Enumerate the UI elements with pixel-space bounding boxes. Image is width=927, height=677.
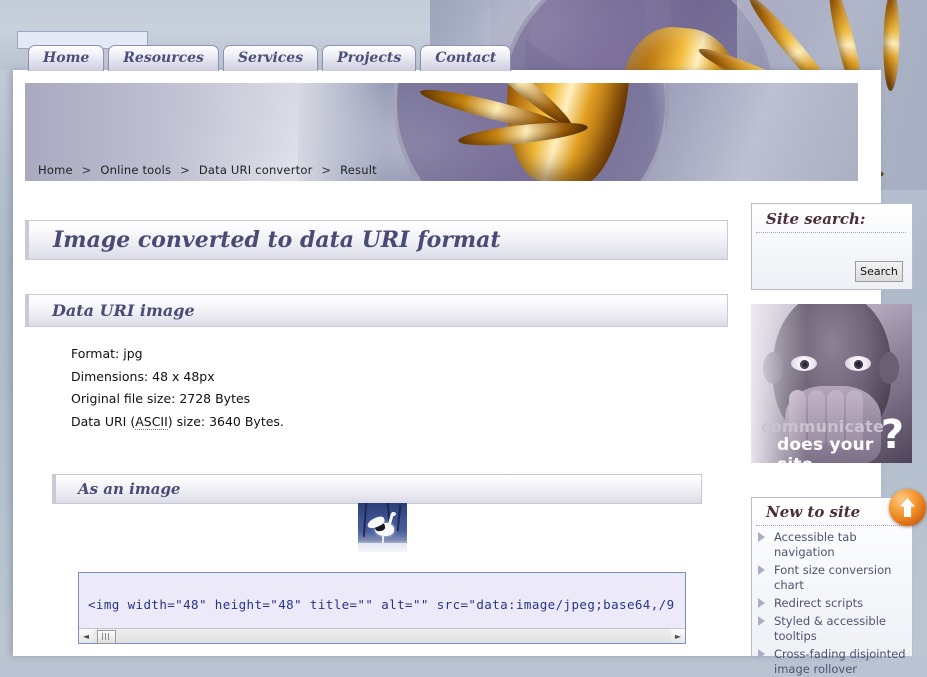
code-horizontal-scrollbar[interactable]: ◄ ► xyxy=(79,628,685,643)
breadcrumb-item-result: Result xyxy=(340,163,377,177)
tab-contact[interactable]: Contact xyxy=(420,45,511,71)
new-to-site-title: New to site xyxy=(756,498,906,526)
info-datauri-suffix: ) size: 3640 Bytes. xyxy=(168,414,284,429)
triangle-bullet-icon xyxy=(758,565,765,575)
ascii-abbr: ASCII xyxy=(135,414,168,430)
scroll-left-arrow-icon[interactable]: ◄ xyxy=(79,629,93,643)
search-button[interactable]: Search xyxy=(855,261,903,282)
list-item-label: Font size conversion chart xyxy=(774,563,891,592)
triangle-bullet-icon xyxy=(758,598,765,608)
ad-ear-right xyxy=(879,352,899,384)
site-search-title: Site search: xyxy=(756,204,906,233)
new-to-site-panel: New to site Accessible tab navigation Fo… xyxy=(751,497,913,656)
tab-projects[interactable]: Projects xyxy=(322,45,416,71)
page-title: Image converted to data URI format xyxy=(25,220,728,260)
code-snippet-box[interactable]: <img width="48" height="48" title="" alt… xyxy=(78,572,686,644)
breadcrumb-separator: > xyxy=(82,163,92,177)
main-navigation: Home Resources Services Projects Contact xyxy=(28,44,511,71)
triangle-bullet-icon xyxy=(758,532,765,542)
info-format: Format: jpg xyxy=(71,343,571,366)
image-info-list: Format: jpg Dimensions: 48 x 48px Origin… xyxy=(71,343,571,433)
triangle-bullet-icon xyxy=(758,649,765,659)
info-dimensions: Dimensions: 48 x 48px xyxy=(71,366,571,389)
breadcrumb-separator: > xyxy=(321,163,331,177)
list-item-label: Cross-fading disjointed image rollover xyxy=(774,647,906,676)
list-item[interactable]: Styled & accessible tooltips xyxy=(752,614,912,644)
tab-resources[interactable]: Resources xyxy=(108,45,219,71)
triangle-bullet-icon xyxy=(758,616,765,626)
crane-leg xyxy=(382,535,384,543)
section-header-data-uri-image: Data URI image xyxy=(25,294,728,327)
scrollbar-track[interactable] xyxy=(93,629,671,643)
scroll-right-arrow-icon[interactable]: ► xyxy=(671,629,685,643)
crane-head xyxy=(391,512,396,516)
breadcrumb-separator: > xyxy=(180,163,190,177)
list-item[interactable]: Font size conversion chart xyxy=(752,563,912,593)
image-snow xyxy=(358,543,407,552)
breadcrumb-item-home[interactable]: Home xyxy=(38,163,73,177)
converted-sample-image xyxy=(358,503,407,552)
section-header-as-an-image: As an image xyxy=(52,474,702,504)
list-item-label: Accessible tab navigation xyxy=(774,530,857,559)
tab-home[interactable]: Home xyxy=(28,45,104,71)
info-original-size: Original file size: 2728 Bytes xyxy=(71,388,571,411)
ad-question-mark: ? xyxy=(881,416,904,454)
ad-eye-right xyxy=(845,356,871,371)
advertisement-banner[interactable]: communicate does your site ? xyxy=(751,304,912,463)
up-arrow-icon xyxy=(900,498,915,517)
list-item[interactable]: Cross-fading disjointed image rollover xyxy=(752,647,912,677)
list-item[interactable]: Redirect scripts xyxy=(752,596,912,611)
ad-pupil-right xyxy=(854,360,863,369)
back-to-top-button[interactable] xyxy=(889,489,926,526)
breadcrumb-item-data-uri-convertor[interactable]: Data URI convertor xyxy=(199,163,313,177)
tab-services[interactable]: Services xyxy=(223,45,318,71)
breadcrumb-item-online-tools[interactable]: Online tools xyxy=(100,163,171,177)
new-to-site-list: Accessible tab navigation Font size conv… xyxy=(752,530,912,677)
list-item[interactable]: Accessible tab navigation xyxy=(752,530,912,560)
image-tree-3 xyxy=(397,505,402,531)
info-datauri-prefix: Data URI ( xyxy=(71,414,135,429)
list-item-label: Styled & accessible tooltips xyxy=(774,614,886,643)
code-snippet-text: <img width="48" height="48" title="" alt… xyxy=(88,597,684,612)
image-tree-1 xyxy=(363,503,367,537)
ad-headline-1: communicate xyxy=(761,417,884,436)
list-item-label: Redirect scripts xyxy=(774,596,863,610)
scrollbar-thumb[interactable] xyxy=(97,630,116,644)
info-datauri-size: Data URI (ASCII) size: 3640 Bytes. xyxy=(71,411,571,434)
breadcrumb: Home > Online tools > Data URI convertor… xyxy=(38,163,377,177)
